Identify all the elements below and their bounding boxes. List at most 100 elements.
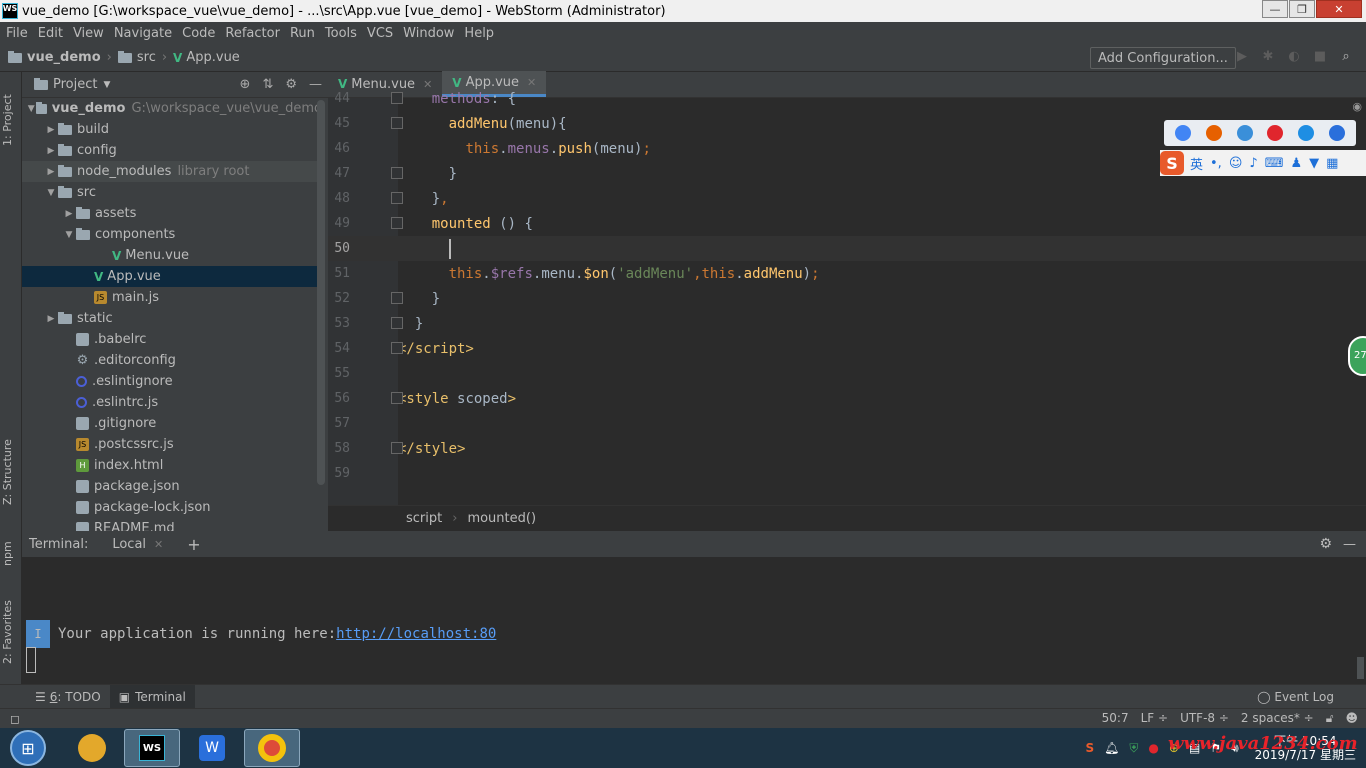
tree-item-main-js[interactable]: JS main.js — [22, 287, 322, 308]
tree-item-menu-vue[interactable]: V Menu.vue — [22, 245, 322, 266]
tree-item-static[interactable]: ▶ static — [22, 308, 322, 329]
code-line[interactable]: 58 </style> — [328, 436, 1366, 461]
terminal-output[interactable]: I Your application is running here: http… — [22, 557, 1366, 684]
tree-item-package-json[interactable]: package.json — [22, 476, 322, 497]
code-line[interactable]: 57 — [328, 411, 1366, 436]
nav-folder[interactable]: src — [137, 50, 156, 65]
voice-icon[interactable]: ♪ — [1249, 156, 1257, 171]
project-tool-tab[interactable]: 1: Project — [1, 80, 21, 160]
chevron-right-icon[interactable]: ▶ — [44, 146, 58, 156]
tree-item-config[interactable]: ▶ config — [22, 140, 322, 161]
indent-setting[interactable]: 2 spaces* ÷ — [1241, 711, 1314, 726]
collapse-icon[interactable]: ⇅ — [262, 77, 273, 92]
menu-code[interactable]: Code — [177, 26, 220, 41]
breadcrumb-script[interactable]: script — [406, 511, 442, 526]
code-line[interactable]: 54 </script> — [328, 336, 1366, 361]
maximize-button[interactable]: ❐ — [1289, 0, 1315, 18]
tree-item--postcssrc-js[interactable]: JS .postcssrc.js — [22, 434, 322, 455]
chevron-down-icon[interactable]: ▼ — [26, 104, 36, 114]
hide-icon[interactable]: — — [1343, 537, 1356, 552]
line-separator[interactable]: LF ÷ — [1141, 711, 1168, 726]
menu-view[interactable]: View — [68, 26, 109, 41]
terminal-tab-local[interactable]: Local ✕ — [108, 537, 167, 552]
code-line[interactable]: 55 — [328, 361, 1366, 386]
lock-icon[interactable]: 🔓︎ — [1326, 711, 1334, 726]
add-terminal-icon[interactable]: + — [187, 535, 200, 554]
tree-item--gitignore[interactable]: .gitignore — [22, 413, 322, 434]
code-line[interactable]: 53 } — [328, 311, 1366, 336]
favorites-tool-tab[interactable]: 2: Favorites — [1, 592, 21, 672]
taskbar-app-flowers[interactable] — [64, 729, 120, 767]
safari-icon[interactable] — [1236, 125, 1253, 141]
tree-item-node-modules[interactable]: ▶ node_modules library root — [22, 161, 322, 182]
event-log-tab[interactable]: ◯ Event Log — [1257, 690, 1334, 704]
npm-tool-tab[interactable]: npm — [1, 534, 21, 574]
breadcrumb-mounted[interactable]: mounted() — [467, 511, 536, 526]
debug-icon[interactable]: ✱ — [1258, 49, 1278, 64]
gear-icon[interactable]: ⚙ — [1319, 536, 1332, 552]
bell-icon[interactable]: 🔔︎ — [1104, 741, 1119, 755]
localhost-link[interactable]: http://localhost:80 — [336, 626, 496, 642]
fold-marker-icon[interactable] — [391, 392, 403, 404]
code-line[interactable]: 56 <style scoped> — [328, 386, 1366, 411]
coverage-icon[interactable]: ◐ — [1284, 49, 1304, 64]
tree-item-readme-md[interactable]: README.md — [22, 518, 322, 531]
punctuation-icon[interactable]: •, — [1210, 156, 1222, 171]
file-encoding[interactable]: UTF-8 ÷ — [1180, 711, 1229, 726]
todo-tab[interactable]: ☰ 6 : TODO — [26, 685, 110, 709]
code-line[interactable]: 59 — [328, 461, 1366, 486]
tree-item-app-vue[interactable]: V App.vue — [22, 266, 322, 287]
menu-file[interactable]: File — [0, 26, 33, 41]
antivirus-icon[interactable]: ● — [1148, 741, 1158, 755]
chevron-right-icon[interactable]: ▶ — [44, 314, 58, 324]
speed-bubble[interactable]: 27 — [1348, 336, 1366, 376]
minimize-button[interactable]: — — [1262, 0, 1288, 18]
sogou-logo-icon[interactable]: S — [1160, 151, 1184, 175]
chevron-right-icon[interactable]: ▶ — [44, 167, 58, 177]
taskbar-app-webstorm[interactable]: WS — [124, 729, 180, 767]
chevron-down-icon[interactable]: ▼ — [103, 80, 110, 90]
code-line[interactable]: 49 mounted () { — [328, 211, 1366, 236]
menu-refactor[interactable]: Refactor — [220, 26, 285, 41]
start-button[interactable]: ⊞ — [10, 730, 46, 766]
tree-item-assets[interactable]: ▶ assets — [22, 203, 322, 224]
tree-item--babelrc[interactable]: .babelrc — [22, 329, 322, 350]
fold-marker-icon[interactable] — [391, 317, 403, 329]
run-icon[interactable]: ▶ — [1232, 49, 1252, 64]
chevron-down-icon[interactable]: ▼ — [44, 188, 58, 198]
tree-item-src[interactable]: ▼ src — [22, 182, 322, 203]
user-icon[interactable]: ♟ — [1290, 156, 1302, 171]
fold-marker-icon[interactable] — [391, 442, 403, 454]
taskbar-app-chrome[interactable] — [244, 729, 300, 767]
menu-tools[interactable]: Tools — [320, 26, 362, 41]
gear-icon[interactable]: ⚙ — [285, 77, 297, 92]
sogou-tray-icon[interactable]: S — [1086, 741, 1095, 755]
tree-item--editorconfig[interactable]: ⚙ .editorconfig — [22, 350, 322, 371]
tree-item--eslintignore[interactable]: .eslintignore — [22, 371, 322, 392]
structure-tool-tab[interactable]: Z: Structure — [1, 432, 21, 512]
stop-icon[interactable]: ■ — [1310, 49, 1330, 64]
hide-icon[interactable]: — — [309, 77, 322, 92]
locate-icon[interactable]: ⊕ — [240, 77, 251, 92]
taskbar-app-wps[interactable]: W — [184, 729, 240, 767]
grid-icon[interactable]: ▦ — [1326, 156, 1338, 171]
inspector-icon[interactable]: ☻ — [1345, 711, 1358, 726]
fold-marker-icon[interactable] — [391, 117, 403, 129]
fold-marker-icon[interactable] — [391, 342, 403, 354]
tree-item--eslintrc-js[interactable]: .eslintrc.js — [22, 392, 322, 413]
eye-icon[interactable]: ◉ — [1352, 100, 1362, 113]
opera-icon[interactable] — [1267, 125, 1284, 141]
tree-item-components[interactable]: ▼ components — [22, 224, 322, 245]
close-icon[interactable]: ✕ — [154, 538, 163, 551]
nav-file[interactable]: App.vue — [186, 50, 239, 65]
chevron-down-icon[interactable]: ▼ — [62, 230, 76, 240]
search-everywhere-icon[interactable]: ⌕ — [1336, 49, 1356, 64]
tree-item-build[interactable]: ▶ build — [22, 119, 322, 140]
caret-position[interactable]: 50:7 — [1102, 711, 1129, 726]
terminal-scrollbar[interactable] — [1357, 657, 1364, 679]
shield-icon[interactable]: ⛨ — [1129, 741, 1138, 756]
chevron-right-icon[interactable]: ▶ — [62, 209, 76, 219]
menu-window[interactable]: Window — [398, 26, 459, 41]
project-panel-title[interactable]: Project — [53, 77, 97, 92]
code-line[interactable]: 51 this.$refs.menu.$on('addMenu',this.ad… — [328, 261, 1366, 286]
